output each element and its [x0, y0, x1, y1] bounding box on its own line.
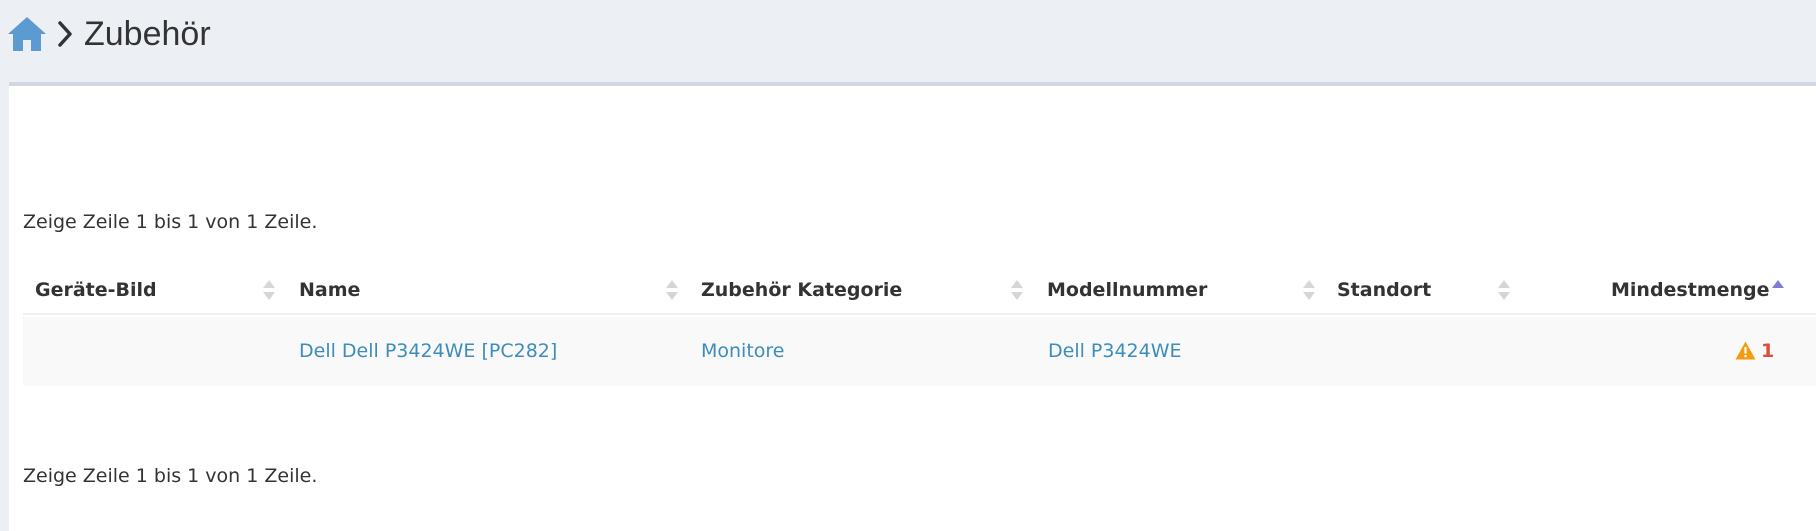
- sort-ascending-icon[interactable]: [1771, 277, 1785, 303]
- cell-model-number: Dell P3424WE: [1048, 317, 1182, 386]
- sort-icon[interactable]: [1010, 277, 1024, 303]
- pagination-info-bottom: Zeige Zeile 1 bis 1 von 1 Zeile.: [23, 465, 318, 487]
- column-header-min-quantity[interactable]: Mindestmenge: [1611, 268, 1770, 313]
- home-icon[interactable]: [7, 16, 47, 52]
- category-link[interactable]: Monitore: [701, 340, 785, 362]
- accessory-name-link[interactable]: Dell Dell P3424WE [PC282]: [299, 340, 557, 362]
- sort-icon[interactable]: [1302, 277, 1316, 303]
- pagination-info-top: Zeige Zeile 1 bis 1 von 1 Zeile.: [23, 211, 318, 233]
- column-header-category[interactable]: Zubehör Kategorie: [701, 268, 902, 313]
- column-header-image[interactable]: Geräte-Bild: [35, 268, 157, 313]
- cell-category: Monitore: [701, 317, 785, 386]
- chevron-right-icon: [58, 21, 72, 47]
- table-header: Geräte-Bild Name Zubehör Kategorie Model…: [23, 268, 1816, 315]
- content-header: Zubehör: [0, 0, 1816, 82]
- page-title: Zubehör: [84, 15, 211, 53]
- table-row: Dell Dell P3424WE [PC282] Monitore Dell …: [23, 317, 1816, 386]
- sort-icon[interactable]: [262, 277, 276, 303]
- min-quantity-value: 1: [1761, 340, 1775, 362]
- model-number-link[interactable]: Dell P3424WE: [1048, 340, 1182, 362]
- warning-icon: [1735, 341, 1756, 360]
- cell-name: Dell Dell P3424WE [PC282]: [299, 317, 557, 386]
- column-header-location[interactable]: Standort: [1337, 268, 1431, 313]
- column-header-name[interactable]: Name: [299, 268, 360, 313]
- sort-icon[interactable]: [665, 277, 679, 303]
- sort-icon[interactable]: [1497, 277, 1511, 303]
- column-header-model-number[interactable]: Modellnummer: [1047, 268, 1207, 313]
